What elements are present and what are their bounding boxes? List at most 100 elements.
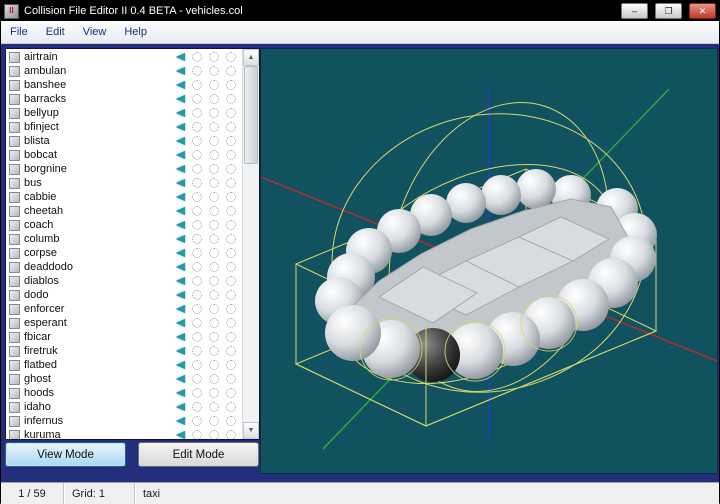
dotted-circle-icon[interactable] [226,346,236,356]
dotted-circle-icon[interactable] [192,304,202,314]
cone-icon[interactable] [176,361,185,369]
dotted-circle-icon[interactable] [192,290,202,300]
dotted-circle-icon[interactable] [209,388,219,398]
dotted-circle-icon[interactable] [192,388,202,398]
cone-icon[interactable] [176,249,185,257]
dotted-circle-icon[interactable] [209,178,219,188]
dotted-circle-icon[interactable] [209,136,219,146]
dotted-circle-icon[interactable] [226,108,236,118]
dotted-circle-icon[interactable] [209,262,219,272]
list-item[interactable]: idaho [6,400,242,414]
dotted-circle-icon[interactable] [192,248,202,258]
dotted-circle-icon[interactable] [192,332,202,342]
cone-icon[interactable] [176,81,185,89]
dotted-circle-icon[interactable] [226,430,236,439]
list-item[interactable]: esperant [6,316,242,330]
dotted-circle-icon[interactable] [226,360,236,370]
cone-icon[interactable] [176,417,185,425]
list-item[interactable]: bfinject [6,120,242,134]
dotted-circle-icon[interactable] [226,290,236,300]
cone-icon[interactable] [176,137,185,145]
list-item[interactable]: hoods [6,386,242,400]
close-button[interactable]: ✕ [689,3,716,19]
list-item[interactable]: firetruk [6,344,242,358]
dotted-circle-icon[interactable] [226,262,236,272]
list-item[interactable]: bellyup [6,106,242,120]
dotted-circle-icon[interactable] [226,416,236,426]
dotted-circle-icon[interactable] [209,332,219,342]
dotted-circle-icon[interactable] [226,374,236,384]
dotted-circle-icon[interactable] [226,66,236,76]
cone-icon[interactable] [176,207,185,215]
dotted-circle-icon[interactable] [192,430,202,439]
maximize-button[interactable]: ❐ [655,3,682,19]
dotted-circle-icon[interactable] [226,150,236,160]
dotted-circle-icon[interactable] [192,66,202,76]
list-item[interactable]: columb [6,232,242,246]
dotted-circle-icon[interactable] [209,220,219,230]
list-item[interactable]: airtrain [6,50,242,64]
list-item[interactable]: kuruma [6,428,242,439]
dotted-circle-icon[interactable] [209,248,219,258]
dotted-circle-icon[interactable] [209,80,219,90]
list-item[interactable]: coach [6,218,242,232]
dotted-circle-icon[interactable] [226,164,236,174]
cone-icon[interactable] [176,165,185,173]
cone-icon[interactable] [176,67,185,75]
cone-icon[interactable] [176,109,185,117]
cone-icon[interactable] [176,403,185,411]
list-item[interactable]: cabbie [6,190,242,204]
list-item[interactable]: dodo [6,288,242,302]
list-item[interactable]: blista [6,134,242,148]
cone-icon[interactable] [176,277,185,285]
dotted-circle-icon[interactable] [226,220,236,230]
dotted-circle-icon[interactable] [192,402,202,412]
cone-icon[interactable] [176,319,185,327]
list-item[interactable]: borgnine [6,162,242,176]
list-scrollbar[interactable]: ▲ ▼ [242,49,259,439]
dotted-circle-icon[interactable] [192,374,202,384]
list-item[interactable]: diablos [6,274,242,288]
dotted-circle-icon[interactable] [226,192,236,202]
cone-icon[interactable] [176,389,185,397]
dotted-circle-icon[interactable] [209,192,219,202]
dotted-circle-icon[interactable] [209,360,219,370]
cone-icon[interactable] [176,305,185,313]
dotted-circle-icon[interactable] [209,290,219,300]
dotted-circle-icon[interactable] [209,318,219,328]
dotted-circle-icon[interactable] [209,374,219,384]
list-item[interactable]: enforcer [6,302,242,316]
dotted-circle-icon[interactable] [192,80,202,90]
dotted-circle-icon[interactable] [209,346,219,356]
dotted-circle-icon[interactable] [192,262,202,272]
dotted-circle-icon[interactable] [192,52,202,62]
dotted-circle-icon[interactable] [226,94,236,104]
dotted-circle-icon[interactable] [226,206,236,216]
dotted-circle-icon[interactable] [209,430,219,439]
menu-help[interactable]: Help [115,23,156,41]
menu-view[interactable]: View [74,23,116,41]
dotted-circle-icon[interactable] [192,192,202,202]
cone-icon[interactable] [176,95,185,103]
cone-icon[interactable] [176,179,185,187]
cone-icon[interactable] [176,375,185,383]
dotted-circle-icon[interactable] [226,304,236,314]
cone-icon[interactable] [176,151,185,159]
dotted-circle-icon[interactable] [192,318,202,328]
dotted-circle-icon[interactable] [209,94,219,104]
scroll-down-button[interactable]: ▼ [243,422,259,439]
list-item[interactable]: barracks [6,92,242,106]
dotted-circle-icon[interactable] [192,136,202,146]
dotted-circle-icon[interactable] [226,318,236,328]
dotted-circle-icon[interactable] [192,108,202,118]
list-item[interactable]: banshee [6,78,242,92]
dotted-circle-icon[interactable] [209,150,219,160]
list-item[interactable]: bus [6,176,242,190]
dotted-circle-icon[interactable] [192,416,202,426]
list-item[interactable]: cheetah [6,204,242,218]
scrollbar-thumb[interactable] [244,66,258,164]
cone-icon[interactable] [176,431,185,439]
dotted-circle-icon[interactable] [226,80,236,90]
dotted-circle-icon[interactable] [192,206,202,216]
dotted-circle-icon[interactable] [226,402,236,412]
